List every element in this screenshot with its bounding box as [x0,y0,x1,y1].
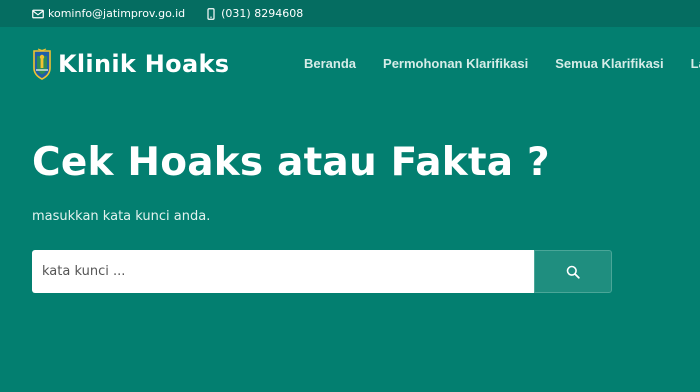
main-nav: Beranda Permohonan Klarifikasi Semua Kla… [304,56,700,71]
site-title: Klinik Hoaks [58,50,230,78]
contact-email-text: kominfo@jatimprov.go.id [48,7,186,20]
nav-item-semua-klarifikasi[interactable]: Semua Klarifikasi [555,56,663,71]
contact-phone[interactable]: (031) 8294608 [205,7,303,20]
jatim-coat-of-arms-logo [33,48,51,80]
brand-link[interactable]: Klinik Hoaks [32,47,229,81]
search-button[interactable] [534,250,612,293]
nav-item-permohonan-klarifikasi[interactable]: Permohonan Klarifikasi [383,56,528,71]
hero-subtitle: masukkan kata kunci anda. [32,209,211,224]
mobile-phone-icon [207,7,215,20]
page: kominfo@jatimprov.go.id (031) 8294608 Kl… [0,0,700,392]
search-input[interactable] [32,250,534,293]
contact-email[interactable]: kominfo@jatimprov.go.id [32,7,185,20]
top-contact-bar: kominfo@jatimprov.go.id (031) 8294608 [0,0,700,27]
nav-item-lac[interactable]: Lac [691,56,700,71]
hero-title: Cek Hoaks atau Fakta ? [32,140,550,185]
search-form [32,250,612,293]
site-header: Klinik Hoaks Beranda Permohonan Klarifik… [0,27,700,99]
contact-phone-text: (031) 8294608 [221,7,304,20]
search-icon [566,265,580,279]
envelope-icon [32,9,44,18]
nav-item-beranda[interactable]: Beranda [304,56,356,71]
